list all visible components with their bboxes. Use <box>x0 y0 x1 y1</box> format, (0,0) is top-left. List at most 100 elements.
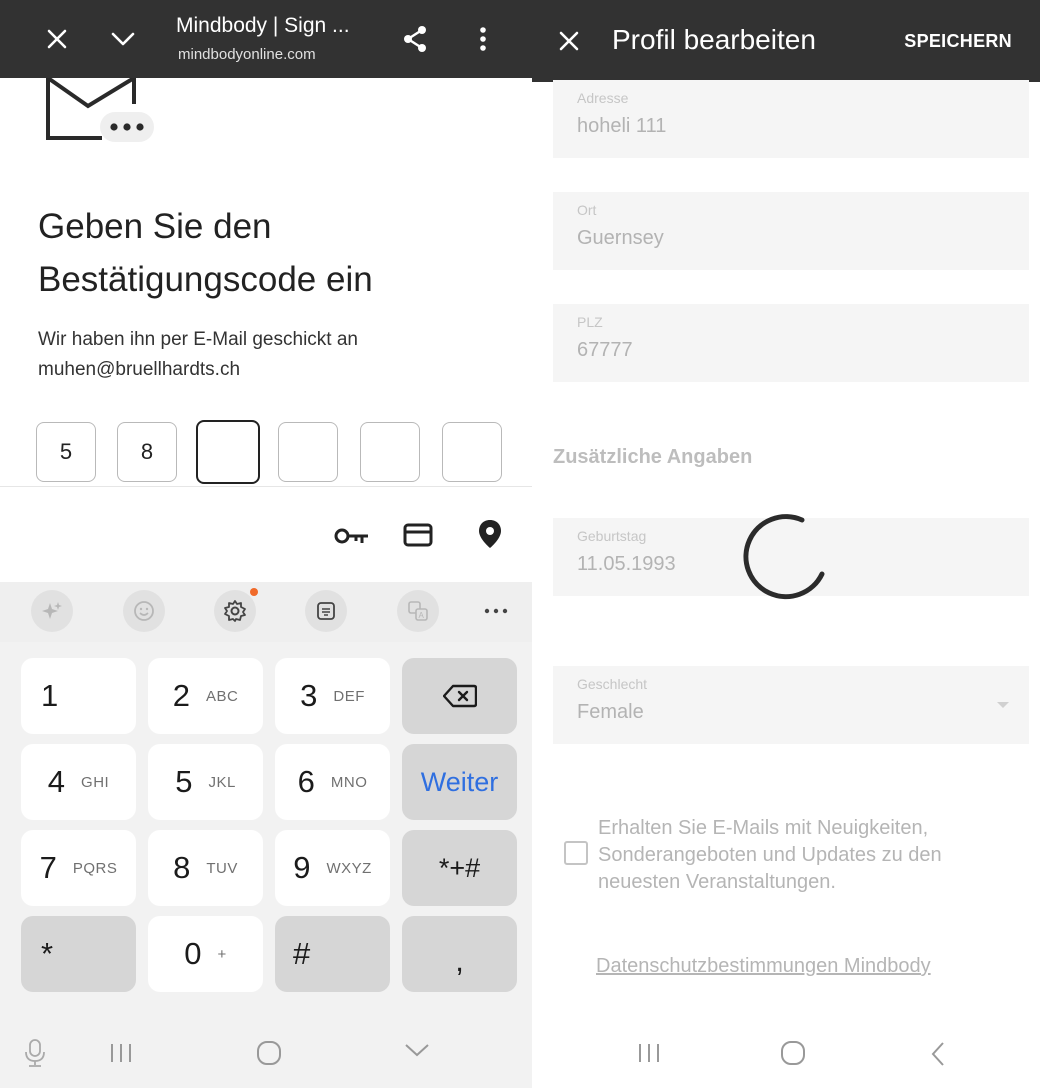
newsletter-label: Erhalten Sie E-Mails mit Neuigkeiten, So… <box>598 817 942 893</box>
field-value: Guernsey <box>577 227 664 249</box>
back-icon[interactable] <box>930 1040 946 1073</box>
key-letters: DEF <box>333 687 365 705</box>
symbols-key[interactable]: *+# <box>402 830 517 906</box>
system-nav-bar <box>532 1018 1040 1088</box>
newsletter-checkbox[interactable] <box>564 841 588 865</box>
code-digit-5[interactable] <box>360 422 420 482</box>
comma-key-label: , <box>455 943 464 978</box>
key-letters: + <box>217 945 227 963</box>
browser-pane: Mindbody | Sign ... mindbodyonline.com G… <box>0 0 532 1088</box>
share-icon[interactable] <box>396 20 434 58</box>
gender-select[interactable]: Geschlecht Female <box>553 666 1029 744</box>
key-digit: 1 <box>41 678 59 713</box>
save-button[interactable]: SPEICHERN <box>904 31 1012 52</box>
key-letters: JKL <box>208 773 236 791</box>
recent-apps-icon[interactable] <box>636 1042 662 1069</box>
backspace-key[interactable] <box>402 658 517 734</box>
key-1[interactable]: 1 <box>21 658 136 734</box>
emoji-icon[interactable] <box>123 590 165 632</box>
code-digit-2[interactable]: 8 <box>117 422 177 482</box>
verification-heading: Geben Sie den Bestätigungscode ein <box>38 207 373 299</box>
key-digit: 6 <box>297 764 315 799</box>
more-vert-icon[interactable] <box>464 20 502 58</box>
field-value: Female <box>577 701 644 723</box>
mail-icon <box>36 76 156 148</box>
browser-toolbar: Mindbody | Sign ... mindbodyonline.com <box>0 0 532 78</box>
key-digit: 7 <box>39 850 57 885</box>
keyboard-toolbar: A <box>0 582 532 642</box>
translate-icon[interactable]: A <box>397 590 439 632</box>
dropdown-arrow-icon <box>997 702 1009 708</box>
screen-title: Profil bearbeiten <box>612 24 816 55</box>
zip-field[interactable]: PLZ 67777 <box>553 304 1029 382</box>
field-value: hoheli 111 <box>577 115 667 137</box>
key-digit: 2 <box>172 678 190 713</box>
home-icon[interactable] <box>779 1040 807 1071</box>
comma-key[interactable]: , <box>402 916 517 992</box>
key-letters: PQRS <box>72 859 118 877</box>
code-digit-1[interactable]: 5 <box>36 422 96 482</box>
key-icon[interactable] <box>334 525 370 552</box>
key-4[interactable]: 4 GHI <box>21 744 136 820</box>
field-value: 67777 <box>577 339 633 361</box>
key-digit: 9 <box>293 850 311 885</box>
sparkle-icon[interactable] <box>31 590 73 632</box>
home-icon[interactable] <box>255 1040 283 1071</box>
hash-key[interactable]: # <box>275 916 390 992</box>
field-label: Geburtstag <box>577 528 647 544</box>
loading-spinner-icon <box>743 514 825 600</box>
star-key[interactable]: * <box>21 916 136 992</box>
autofill-bar <box>0 486 532 582</box>
field-label: Geschlecht <box>577 676 648 692</box>
key-9[interactable]: 9 WXYZ <box>275 830 390 906</box>
profile-pane: Profil bearbeiten SPEICHERN Adresse hohe… <box>532 0 1040 1088</box>
key-letters: WXYZ <box>326 859 372 877</box>
key-0[interactable]: 0 + <box>148 916 263 992</box>
clipboard-keyboard-icon[interactable] <box>305 590 347 632</box>
recent-apps-icon[interactable] <box>108 1042 134 1069</box>
app-toolbar: Profil bearbeiten SPEICHERN <box>532 0 1040 82</box>
page-url: mindbodyonline.com <box>178 46 316 63</box>
key-6[interactable]: 6 MNO <box>275 744 390 820</box>
address-field[interactable]: Adresse hoheli 111 <box>553 80 1029 158</box>
code-digit-4[interactable] <box>278 422 338 482</box>
key-digit: 5 <box>175 764 193 799</box>
next-key-label: Weiter <box>420 766 499 797</box>
card-icon[interactable] <box>403 523 433 552</box>
key-letters: MNO <box>330 773 368 791</box>
field-label: Ort <box>577 202 597 218</box>
key-letters: TUV <box>206 859 238 877</box>
close-icon[interactable] <box>38 20 76 58</box>
close-icon[interactable] <box>558 30 580 57</box>
key-digit: 8 <box>173 850 191 885</box>
hash-key-label: # <box>293 936 311 971</box>
notification-dot <box>250 588 258 596</box>
field-label: PLZ <box>577 314 603 330</box>
key-7[interactable]: 7 PQRS <box>21 830 136 906</box>
verification-description: Wir haben ihn per E-Mail geschickt an mu… <box>38 329 358 380</box>
chevron-down-icon[interactable] <box>104 20 142 58</box>
section-heading: Zusätzliche Angaben <box>553 446 753 468</box>
keyboard-nav-bar <box>0 1018 532 1088</box>
more-horiz-icon[interactable] <box>484 602 508 620</box>
code-digit-6[interactable] <box>442 422 502 482</box>
microphone-icon[interactable] <box>24 1038 46 1073</box>
star-key-label: * <box>41 936 54 971</box>
key-5[interactable]: 5 JKL <box>148 744 263 820</box>
settings-icon[interactable] <box>214 588 258 632</box>
location-pin-icon[interactable] <box>478 519 502 554</box>
svg-text:A: A <box>419 611 425 620</box>
key-digit: 4 <box>47 764 66 799</box>
next-key[interactable]: Weiter <box>402 744 517 820</box>
key-digit: 0 <box>184 936 202 971</box>
field-value: 11.05.1993 <box>577 553 676 575</box>
city-field[interactable]: Ort Guernsey <box>553 192 1029 270</box>
key-2[interactable]: 2 ABC <box>148 658 263 734</box>
code-digit-3[interactable] <box>196 420 260 484</box>
field-label: Adresse <box>577 90 629 106</box>
key-3[interactable]: 3 DEF <box>275 658 390 734</box>
key-8[interactable]: 8 TUV <box>148 830 263 906</box>
privacy-policy-link[interactable]: Datenschutzbestimmungen Mindbody <box>596 955 931 978</box>
keyboard-hide-icon[interactable] <box>404 1042 430 1063</box>
backspace-icon <box>442 684 477 708</box>
